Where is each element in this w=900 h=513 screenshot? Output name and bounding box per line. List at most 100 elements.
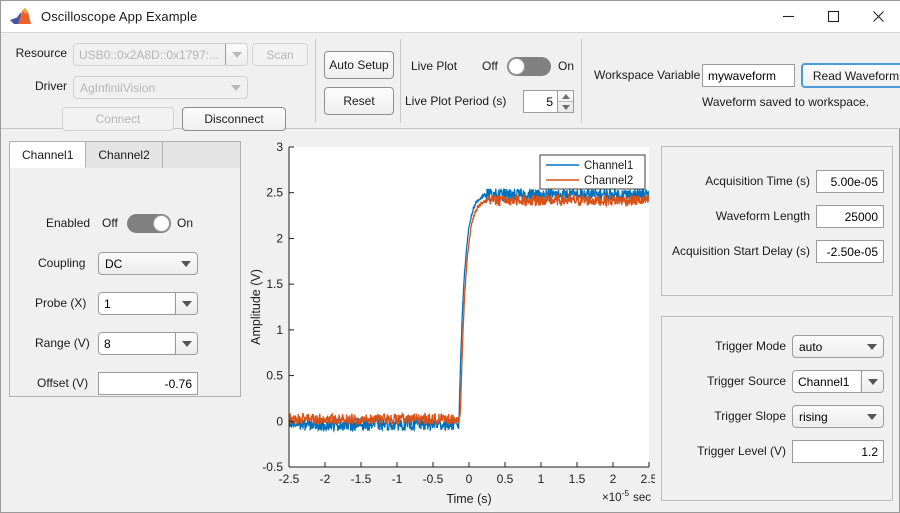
spinner-up-icon[interactable] (558, 91, 573, 102)
chevron-down-icon (225, 44, 247, 65)
legend-label-channel2: Channel2 (584, 175, 633, 187)
chevron-down-icon (175, 253, 197, 274)
trigger-level-input[interactable]: 1.2 (792, 440, 884, 463)
resource-value: USB0::0x2A8D::0x1797:... (74, 44, 224, 65)
svg-text:-1.5: -1.5 (351, 472, 372, 486)
driver-value: AgInfiniiVision (80, 80, 156, 95)
workspace-variable-input[interactable]: mywaveform (702, 64, 795, 87)
trigger-mode-label: Trigger Mode (715, 339, 786, 353)
offset-input[interactable]: -0.76 (98, 372, 198, 395)
driver-label: Driver (35, 79, 67, 93)
minimize-button[interactable] (766, 1, 811, 33)
trigger-slope-label: Trigger Slope (714, 409, 786, 423)
close-button[interactable] (856, 1, 900, 33)
disconnect-button[interactable]: Disconnect (182, 107, 286, 131)
live-plot-on-label: On (558, 59, 575, 73)
live-plot-off-label: Off (482, 59, 498, 73)
coupling-value: DC (105, 256, 123, 271)
connection-section: Resource USB0::0x2A8D::0x1797:... Scan D… (1, 33, 315, 131)
workspace-variable-label: Workspace Variable (594, 68, 701, 82)
svg-text:2: 2 (276, 231, 283, 245)
chevron-down-icon (225, 77, 247, 98)
channel1-tab-content: Enabled Off On Coupling DC Probe (X) 1 R… (10, 168, 240, 396)
acquisition-start-delay-value: -2.50e-05 (826, 244, 878, 259)
top-toolbar: Resource USB0::0x2A8D::0x1797:... Scan D… (1, 33, 900, 131)
trigger-panel: Trigger Mode auto Trigger Source Channel… (661, 316, 893, 501)
resource-label: Resource (15, 46, 67, 60)
svg-text:-0.5: -0.5 (262, 460, 283, 474)
acquisition-start-delay-input[interactable]: -2.50e-05 (816, 240, 884, 263)
maximize-button[interactable] (811, 1, 856, 33)
live-plot-section: Live Plot Off On Live Plot Period (s) 5 (401, 33, 581, 129)
svg-text:-0.5: -0.5 (423, 472, 444, 486)
svg-text:1.5: 1.5 (266, 277, 283, 291)
svg-text:1: 1 (276, 323, 283, 337)
chevron-down-icon (175, 293, 197, 314)
x-axis-label: Time (s) (446, 492, 491, 506)
trigger-mode-dropdown[interactable]: auto (792, 335, 884, 358)
scan-button[interactable]: Scan (252, 43, 308, 66)
live-plot-toggle[interactable] (507, 57, 551, 76)
workspace-section: Workspace Variable mywaveform Read Wavef… (582, 33, 900, 129)
trigger-level-label: Trigger Level (V) (697, 444, 786, 458)
chevron-down-icon (861, 371, 883, 392)
probe-label: Probe (X) (35, 296, 87, 310)
trigger-source-dropdown[interactable]: Channel1 (792, 370, 884, 393)
trigger-slope-dropdown[interactable]: rising (792, 405, 884, 428)
coupling-label: Coupling (38, 256, 86, 270)
live-plot-period-label: Live Plot Period (s) (405, 94, 507, 108)
spinner-down-icon[interactable] (558, 102, 573, 112)
range-label: Range (V) (35, 336, 90, 350)
workspace-variable-value: mywaveform (708, 68, 777, 83)
tab-channel2[interactable]: Channel2 (86, 142, 163, 168)
enabled-off-label: Off (102, 216, 118, 230)
x-axis-exponent: ×10-5 sec (602, 488, 651, 504)
resource-dropdown[interactable]: USB0::0x2A8D::0x1797:... (73, 43, 248, 66)
offset-value: -0.76 (164, 376, 192, 391)
read-waveform-button[interactable]: Read Waveform (801, 63, 900, 88)
range-dropdown[interactable]: 8 (98, 332, 198, 355)
plot-legend: Channel1 Channel2 (539, 154, 646, 190)
svg-text:1.5: 1.5 (569, 472, 586, 486)
channel-tab-group: Channel1 Channel2 Enabled Off On Couplin… (9, 141, 241, 397)
acquisition-panel: Acquisition Time (s) 5.00e-05 Waveform L… (661, 146, 893, 296)
acquisition-time-input[interactable]: 5.00e-05 (816, 170, 884, 193)
coupling-dropdown[interactable]: DC (98, 252, 198, 275)
reset-button[interactable]: Reset (324, 87, 394, 115)
live-plot-period-spinner[interactable]: 5 (523, 90, 574, 113)
svg-text:0: 0 (276, 414, 283, 428)
svg-text:2.5: 2.5 (266, 186, 283, 200)
trigger-source-label: Trigger Source (707, 374, 786, 388)
waveform-length-label: Waveform Length (715, 209, 810, 223)
window-title: Oscilloscope App Example (41, 9, 198, 24)
waveform-length-value: 25000 (844, 209, 878, 224)
window-controls (766, 1, 900, 33)
svg-text:1: 1 (538, 472, 545, 486)
channel-enabled-toggle[interactable] (127, 214, 171, 233)
probe-dropdown[interactable]: 1 (98, 292, 198, 315)
matlab-membrane-icon (9, 7, 35, 27)
trigger-level-value: 1.2 (861, 444, 878, 459)
svg-text:-2: -2 (320, 472, 331, 486)
tab-channel1[interactable]: Channel1 (10, 142, 87, 168)
driver-dropdown[interactable]: AgInfiniiVision (73, 76, 248, 99)
svg-text:-2.5: -2.5 (279, 472, 300, 486)
trigger-source-value: Channel1 (793, 371, 860, 392)
svg-text:-1: -1 (392, 472, 403, 486)
enabled-label: Enabled (46, 216, 91, 230)
trigger-mode-value: auto (799, 339, 823, 354)
tab-filler (162, 142, 240, 168)
connect-button[interactable]: Connect (62, 107, 174, 131)
svg-text:3: 3 (276, 140, 283, 154)
waveform-length-input[interactable]: 25000 (816, 205, 884, 228)
auto-setup-button[interactable]: Auto Setup (324, 51, 394, 79)
title-bar: Oscilloscope App Example (1, 1, 900, 33)
svg-text:2: 2 (610, 472, 617, 486)
live-plot-period-value: 5 (523, 90, 557, 113)
acquisition-time-value: 5.00e-05 (830, 174, 878, 189)
offset-label: Offset (V) (37, 376, 89, 390)
workspace-status-text: Waveform saved to workspace. (702, 95, 869, 109)
enabled-on-label: On (177, 216, 194, 230)
waveform-plot[interactable]: -2.5 -2 -1.5 -1 -0.5 0 0.5 1 1.5 2 2.5 -0.5 0 0.5 1 1.… (247, 137, 655, 509)
chevron-down-icon (861, 336, 883, 357)
